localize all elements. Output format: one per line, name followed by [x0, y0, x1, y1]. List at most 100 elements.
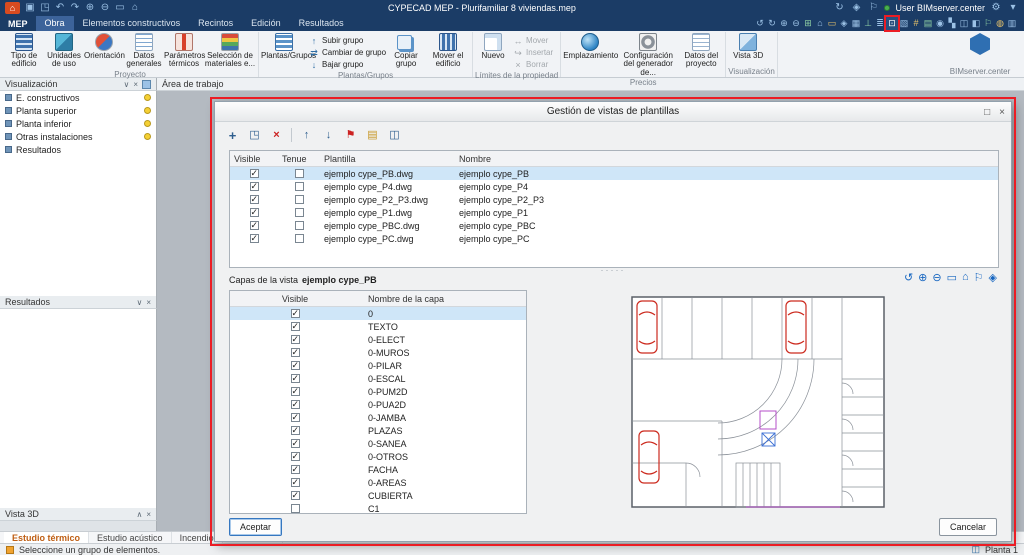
- flag-icon[interactable]: ⚐: [867, 3, 879, 13]
- expand-icon[interactable]: ∧: [136, 510, 142, 519]
- zoom-in-icon[interactable]: ⊕: [84, 3, 96, 13]
- zoom-out-icon[interactable]: ⊖: [932, 271, 941, 284]
- layer-visible-checkbox[interactable]: [291, 348, 300, 357]
- lightbulb-icon[interactable]: [144, 107, 151, 114]
- accept-button[interactable]: Aceptar: [229, 518, 282, 536]
- gear-icon[interactable]: ⚙: [990, 3, 1002, 13]
- zoom-extents-icon[interactable]: ⌂: [129, 3, 141, 13]
- move-down-button[interactable]: ↓: [321, 128, 336, 143]
- zoom-previous-icon[interactable]: ▭: [826, 17, 838, 30]
- delete-template-button[interactable]: ×: [269, 128, 284, 143]
- grid-icon[interactable]: ▦: [850, 17, 862, 30]
- lightbulb-icon[interactable]: [144, 133, 151, 140]
- visible-checkbox[interactable]: [250, 234, 259, 243]
- template-row[interactable]: ejemplo cype_P4.dwg ejemplo cype_P4: [230, 180, 998, 193]
- borrar-button[interactable]: × Borrar: [513, 59, 553, 70]
- layer-row[interactable]: PLAZAS: [230, 424, 526, 437]
- collapse-icon[interactable]: ∨: [123, 80, 129, 89]
- parametros-termicos-button[interactable]: Parámetros térmicos: [164, 32, 204, 69]
- visible-checkbox[interactable]: [250, 208, 259, 217]
- vista-3d-button[interactable]: Vista 3D: [728, 32, 768, 60]
- template-row[interactable]: ejemplo cype_PC.dwg ejemplo cype_PC: [230, 232, 998, 245]
- current-plant-label[interactable]: Planta 1: [985, 545, 1018, 555]
- layer-visible-checkbox[interactable]: [291, 413, 300, 422]
- seleccion-materiales-button[interactable]: Selección de materiales e...: [204, 32, 256, 69]
- tree-item[interactable]: Resultados: [0, 143, 156, 156]
- layer-row[interactable]: 0-OTROS: [230, 450, 526, 463]
- save-button[interactable]: ◫: [387, 128, 402, 143]
- configuracion-generador-button[interactable]: Configuración del generador de...: [617, 32, 679, 77]
- tree-item[interactable]: Otras instalaciones: [0, 130, 156, 143]
- layer-visible-checkbox[interactable]: [291, 322, 300, 331]
- layer-row[interactable]: 0-PUM2D: [230, 385, 526, 398]
- template-row[interactable]: ejemplo cype_P2_P3.dwg ejemplo cype_P2_P…: [230, 193, 998, 206]
- orientacion-button[interactable]: Orientación: [84, 32, 124, 60]
- flag-icon[interactable]: ⚐: [974, 271, 984, 284]
- tree-item[interactable]: E. constructivos: [0, 91, 156, 104]
- bimserver-button[interactable]: [970, 32, 990, 56]
- layer-visible-checkbox[interactable]: [291, 439, 300, 448]
- zoom-extents-icon[interactable]: ⌂: [962, 271, 969, 284]
- menu-tab[interactable]: Resultados: [290, 16, 353, 31]
- lightbulb-icon[interactable]: [144, 94, 151, 101]
- menu-tab[interactable]: Recintos: [189, 16, 242, 31]
- mover-el-edificio-button[interactable]: Mover el edificio: [426, 32, 470, 69]
- tipo-de-edificio-button[interactable]: Tipo de edificio: [4, 32, 44, 69]
- undo-icon[interactable]: ↶: [54, 3, 66, 13]
- lightbulb-icon[interactable]: [144, 120, 151, 127]
- layer-row[interactable]: 0-PUA2D: [230, 398, 526, 411]
- menu-tab[interactable]: Elementos constructivos: [74, 16, 190, 31]
- render-icon[interactable]: ◍: [994, 17, 1006, 30]
- tenue-checkbox[interactable]: [295, 208, 304, 217]
- zoom-out-icon[interactable]: ⊖: [99, 3, 111, 13]
- save-icon[interactable]: ▣: [24, 3, 36, 13]
- bajar-grupo-button[interactable]: ↓ Bajar grupo: [309, 59, 386, 70]
- plant-grid-icon[interactable]: ◫: [971, 544, 980, 555]
- zoom-window-icon[interactable]: ⊞: [802, 17, 814, 30]
- background-icon[interactable]: ▧: [898, 17, 910, 30]
- layer-visible-checkbox[interactable]: [291, 361, 300, 370]
- close-icon[interactable]: ×: [146, 510, 151, 519]
- layer-row[interactable]: C1: [230, 502, 526, 514]
- split-view-icon[interactable]: ◧: [970, 17, 982, 30]
- dialog-title-bar[interactable]: Gestión de vistas de plantillas □ ×: [215, 102, 1011, 122]
- visible-checkbox[interactable]: [250, 195, 259, 204]
- bottom-tab[interactable]: Estudio acústico: [89, 532, 172, 544]
- flag-icon[interactable]: ⚑: [343, 128, 358, 143]
- template-row[interactable]: ejemplo cype_P1.dwg ejemplo cype_P1: [230, 206, 998, 219]
- subir-grupo-button[interactable]: ↑ Subir grupo: [309, 35, 386, 46]
- tenue-checkbox[interactable]: [295, 169, 304, 178]
- layer-visible-checkbox[interactable]: [291, 452, 300, 461]
- datos-del-proyecto-button[interactable]: Datos del proyecto: [679, 32, 723, 69]
- cancel-button[interactable]: Cancelar: [939, 518, 997, 536]
- dropdown-icon[interactable]: ▾: [1007, 3, 1019, 13]
- redo-icon[interactable]: ↷: [69, 3, 81, 13]
- user-label[interactable]: User BIMserver.center: [895, 3, 985, 13]
- template-row[interactable]: ejemplo cype_PBC.dwg ejemplo cype_PBC: [230, 219, 998, 232]
- tenue-checkbox[interactable]: [295, 234, 304, 243]
- redo-view-icon[interactable]: ↻: [766, 17, 778, 30]
- layer-visible-checkbox[interactable]: [291, 387, 300, 396]
- layer-row[interactable]: 0-MUROS: [230, 346, 526, 359]
- options-icon[interactable]: ▥: [1006, 17, 1018, 30]
- layer-visible-checkbox[interactable]: [291, 374, 300, 383]
- tenue-checkbox[interactable]: [295, 182, 304, 191]
- floorplan-preview[interactable]: [545, 290, 997, 514]
- copiar-grupo-button[interactable]: Copiar grupo: [386, 32, 426, 69]
- visible-checkbox[interactable]: [250, 182, 259, 191]
- layer-visible-checkbox[interactable]: [291, 478, 300, 487]
- layer-row[interactable]: 0-PILAR: [230, 359, 526, 372]
- undo-view-icon[interactable]: ↺: [754, 17, 766, 30]
- app-icon[interactable]: ⌂: [5, 2, 20, 14]
- insertar-button[interactable]: ↪ Insertar: [513, 47, 553, 58]
- layer-row[interactable]: 0-SANEA: [230, 437, 526, 450]
- layer-visible-checkbox[interactable]: [291, 426, 300, 435]
- menu-tab[interactable]: Edición: [242, 16, 290, 31]
- detail-icon[interactable]: ◈: [989, 271, 997, 284]
- layer-row[interactable]: 0-ESCAL: [230, 372, 526, 385]
- collapse-icon[interactable]: ∨: [136, 298, 142, 307]
- view-icon[interactable]: ◈: [850, 3, 862, 13]
- tenue-checkbox[interactable]: [295, 221, 304, 230]
- zoom-out-icon[interactable]: ⊖: [790, 17, 802, 30]
- add-template-button[interactable]: +: [225, 128, 240, 143]
